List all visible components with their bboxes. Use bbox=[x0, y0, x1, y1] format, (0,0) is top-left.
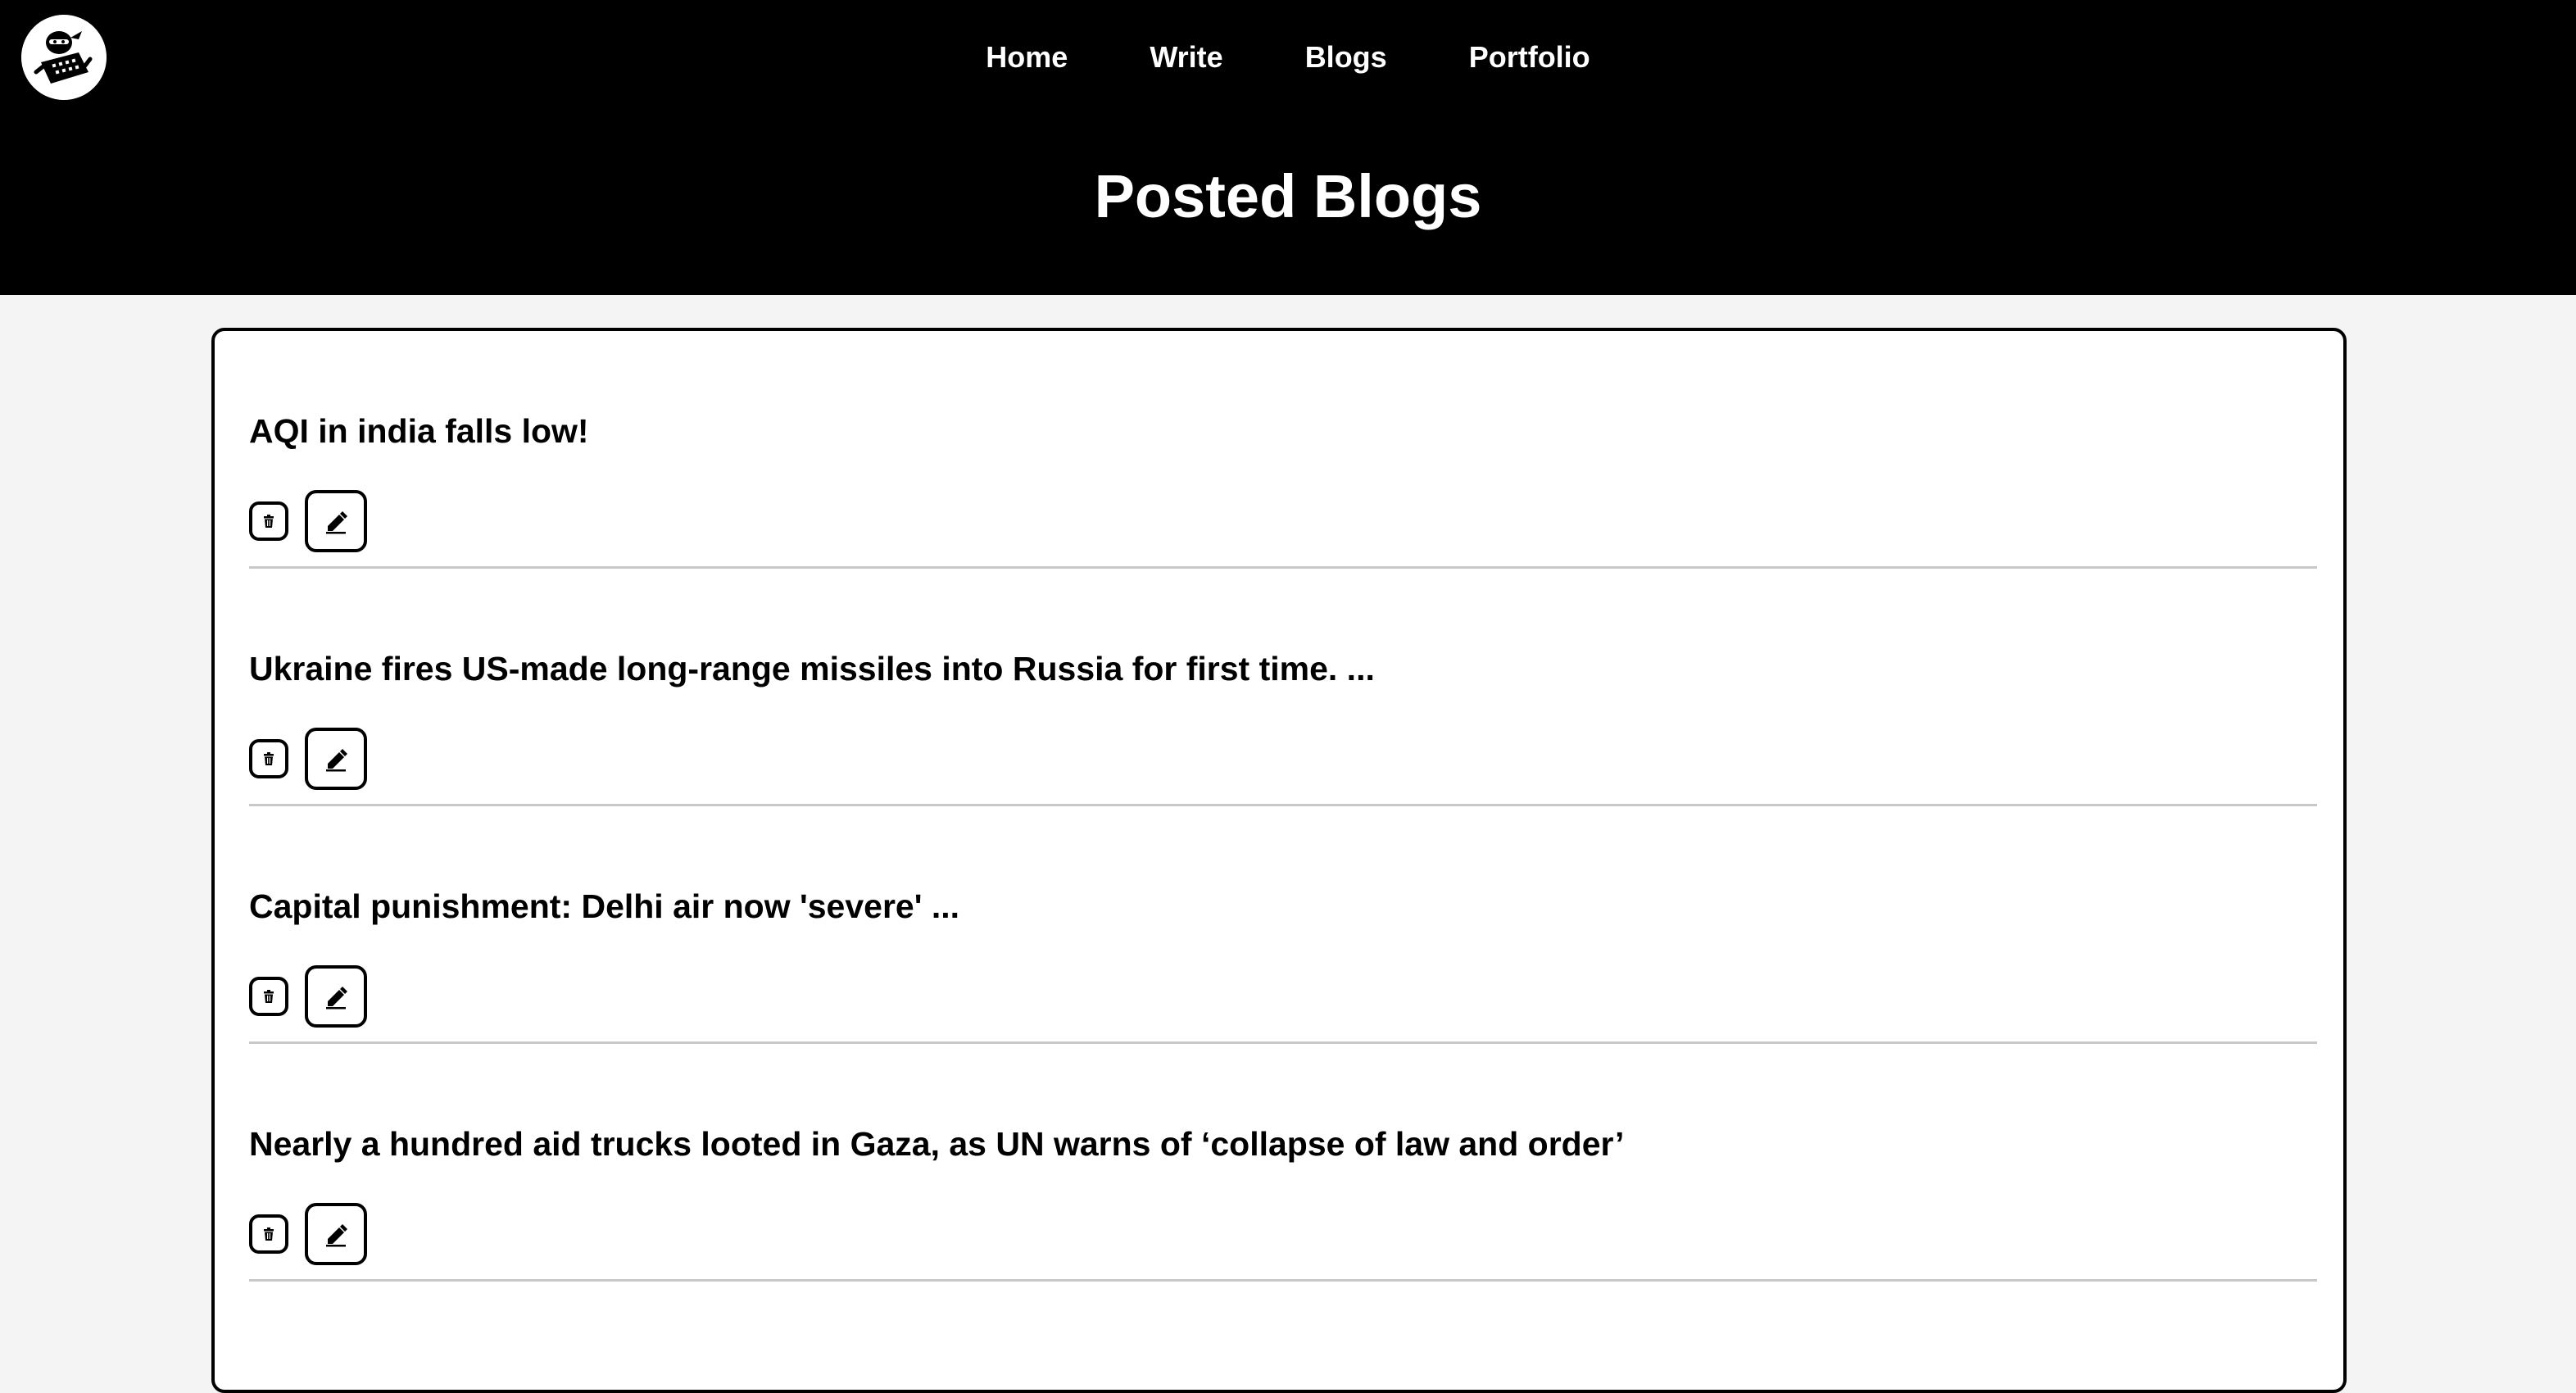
edit-post-button[interactable] bbox=[305, 490, 367, 552]
delete-post-button[interactable] bbox=[249, 977, 288, 1016]
nav-link-blogs[interactable]: Blogs bbox=[1264, 36, 1428, 79]
nav-link-home[interactable]: Home bbox=[945, 36, 1109, 79]
blog-post-item: Nearly a hundred aid trucks looted in Ga… bbox=[249, 1044, 2317, 1282]
trash-icon bbox=[261, 1226, 277, 1242]
blog-post-item: Capital punishment: Delhi air now 'sever… bbox=[249, 806, 2317, 1044]
pencil-icon bbox=[323, 508, 349, 534]
blog-post-title: Capital punishment: Delhi air now 'sever… bbox=[249, 887, 960, 925]
nav-link-write[interactable]: Write bbox=[1109, 36, 1263, 79]
delete-post-button[interactable] bbox=[249, 501, 288, 541]
delete-post-button[interactable] bbox=[249, 739, 288, 778]
main-nav: Home Write Blogs Portfolio bbox=[0, 36, 2576, 79]
blog-post-item: AQI in india falls low! bbox=[249, 331, 2317, 569]
page-title: Posted Blogs bbox=[1094, 162, 1482, 230]
trash-icon bbox=[261, 751, 277, 767]
edit-post-button[interactable] bbox=[305, 965, 367, 1028]
pencil-icon bbox=[323, 746, 349, 772]
blog-post-title: Nearly a hundred aid trucks looted in Ga… bbox=[249, 1125, 1625, 1163]
blog-post-title: Ukraine fires US-made long-range missile… bbox=[249, 650, 1375, 687]
blog-list-card: AQI in india falls low! Ukraine fires US… bbox=[211, 328, 2347, 1393]
blog-post-item: Ukraine fires US-made long-range missile… bbox=[249, 569, 2317, 806]
trash-icon bbox=[261, 513, 277, 529]
edit-post-button[interactable] bbox=[305, 728, 367, 790]
nav-link-portfolio[interactable]: Portfolio bbox=[1428, 36, 1631, 79]
pencil-icon bbox=[323, 1221, 349, 1247]
site-header: Home Write Blogs Portfolio Posted Blogs bbox=[0, 0, 2576, 295]
blog-post-title: AQI in india falls low! bbox=[249, 412, 589, 450]
pencil-icon bbox=[323, 983, 349, 1010]
delete-post-button[interactable] bbox=[249, 1214, 288, 1254]
trash-icon bbox=[261, 988, 277, 1005]
edit-post-button[interactable] bbox=[305, 1203, 367, 1265]
